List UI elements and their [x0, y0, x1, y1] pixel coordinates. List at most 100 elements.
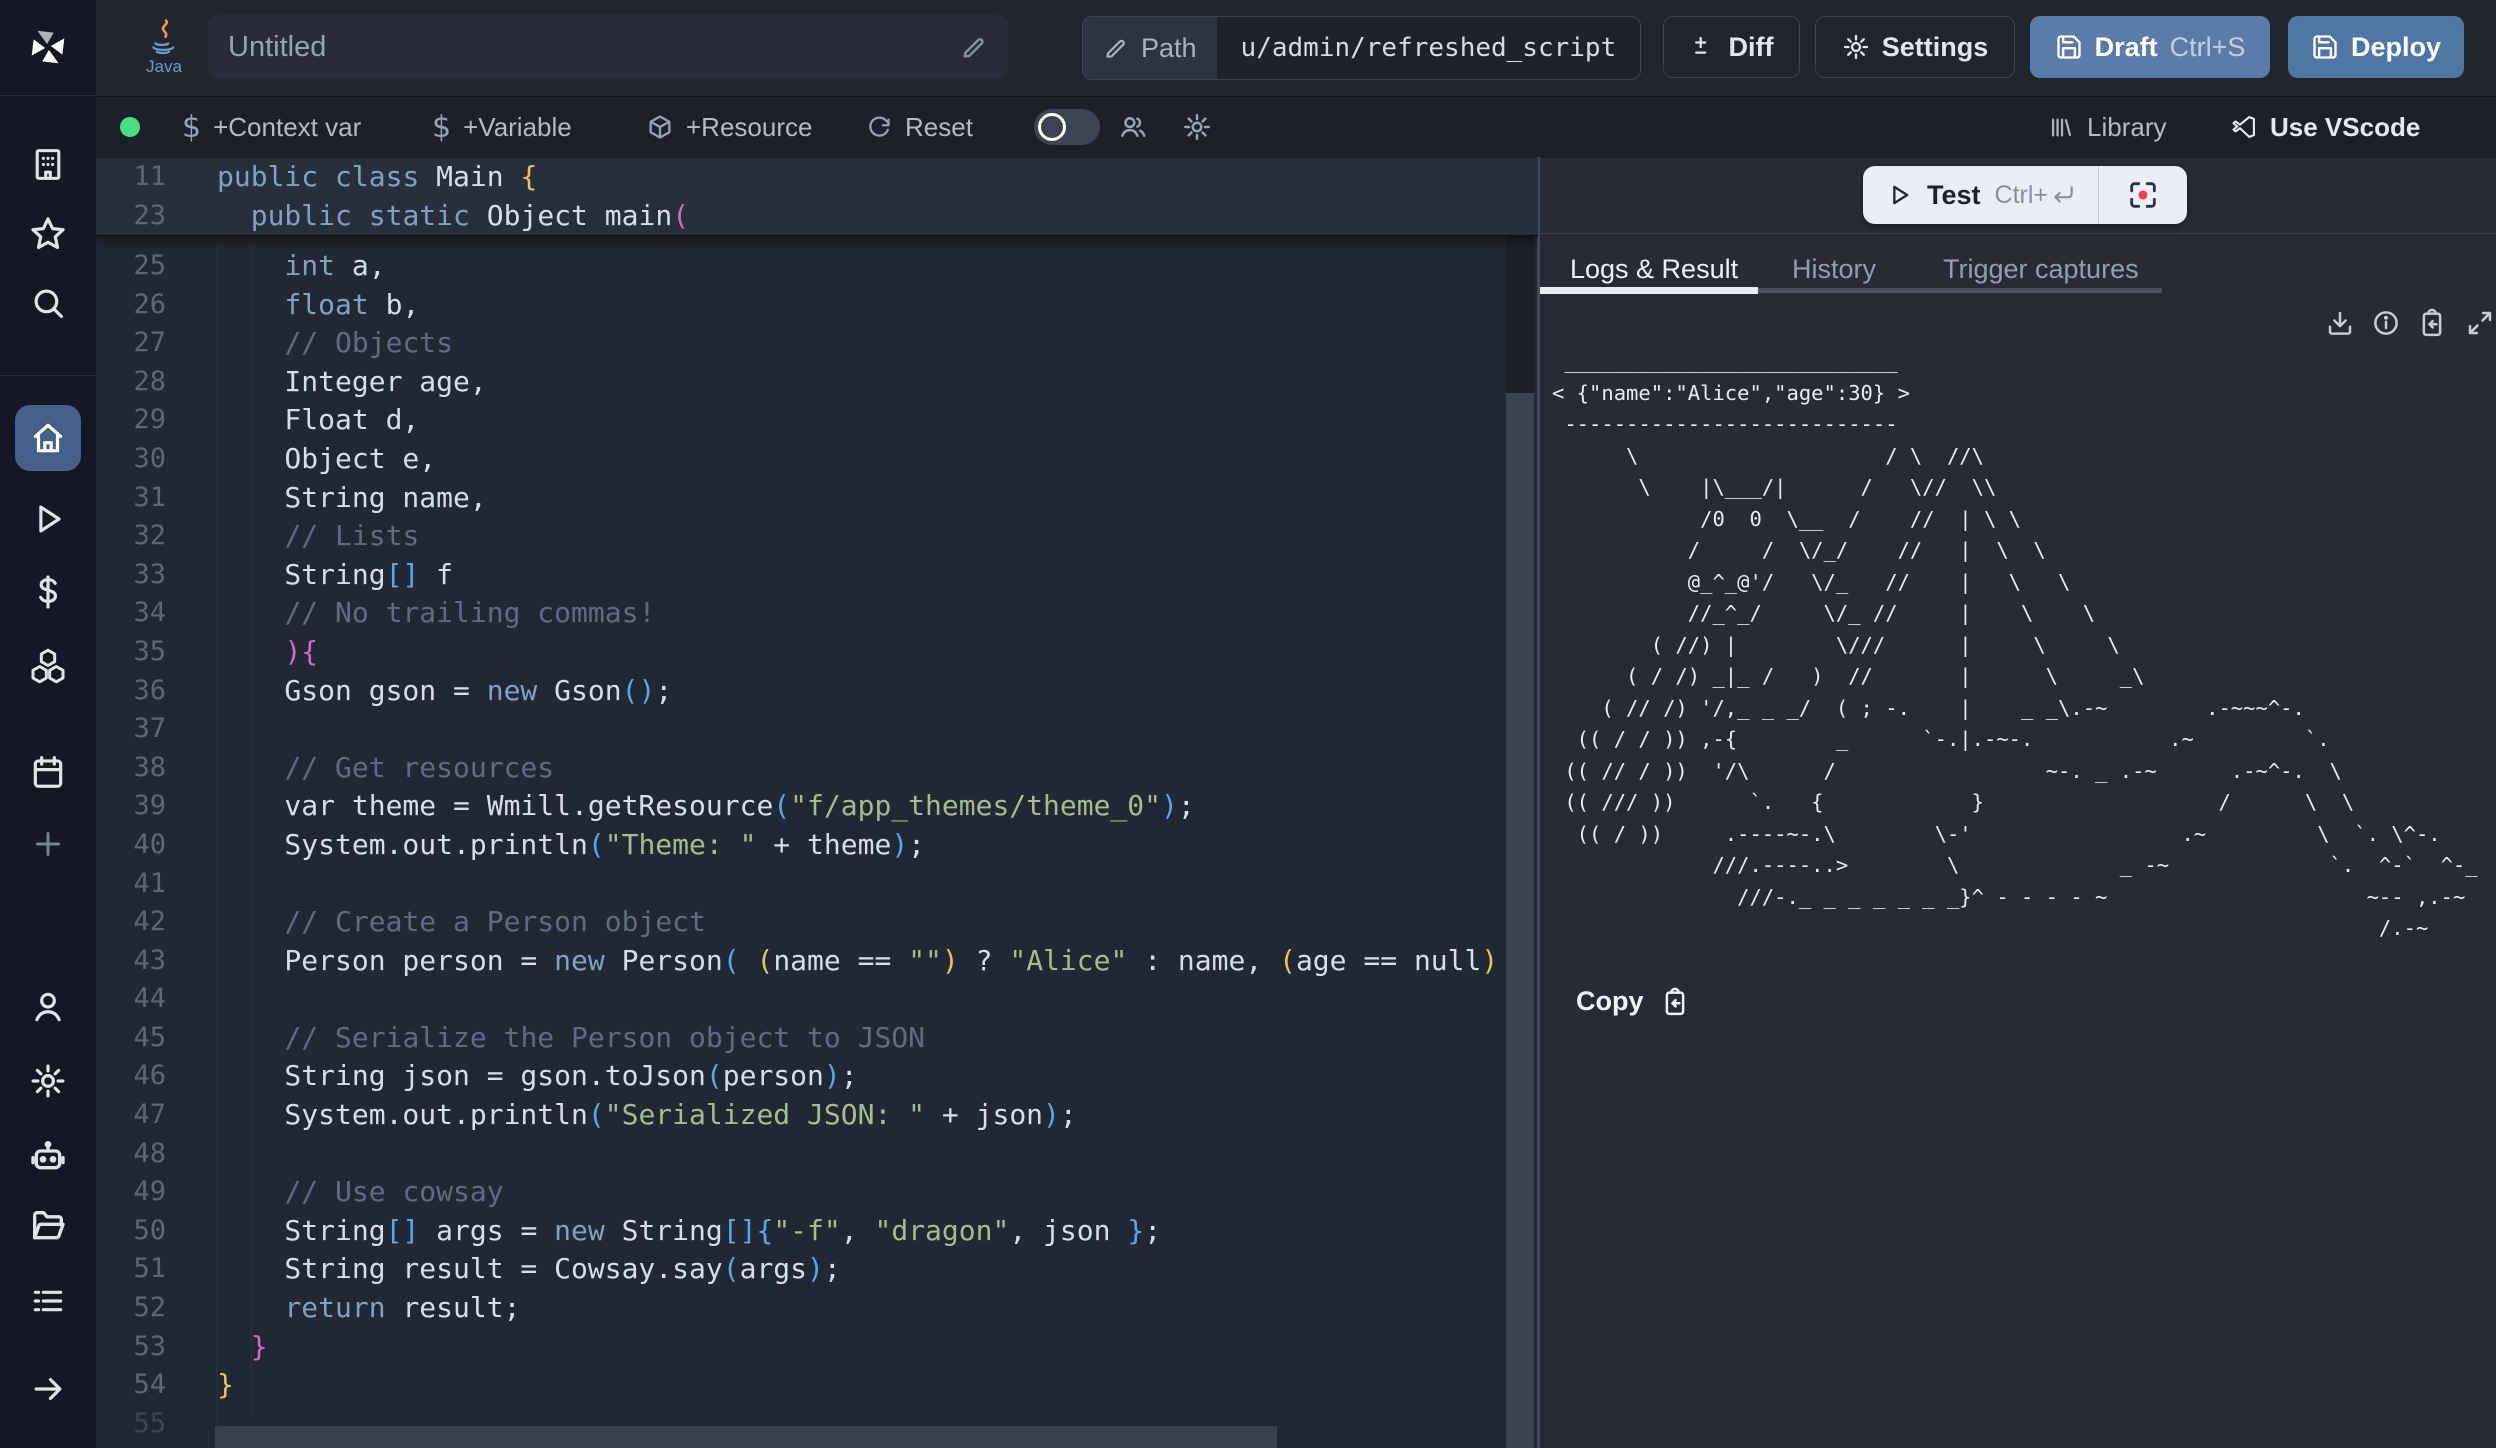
settings-button[interactable]: Settings	[1815, 16, 2015, 78]
code-line[interactable]: 38 // Get resources	[96, 749, 1538, 788]
code-editor[interactable]: 25 int a,26 float b,27 // Objects28 Inte…	[96, 158, 1538, 1448]
use-vscode-button[interactable]: Use VScode	[2230, 97, 2420, 157]
editor-vertical-scrollbar[interactable]	[1506, 158, 1534, 1448]
code-line[interactable]: 41	[96, 865, 1538, 904]
sidebar-item-workers[interactable]	[28, 1136, 68, 1176]
sidebar-item-audit-logs[interactable]	[29, 1282, 67, 1320]
path-value[interactable]: u/admin/refreshed_script	[1217, 17, 1641, 79]
sidebar-item-workspace[interactable]	[30, 146, 67, 183]
line-number: 27	[96, 324, 166, 363]
code-line[interactable]: 34 // No trailing commas!	[96, 594, 1538, 633]
gear-icon	[1842, 33, 1870, 61]
code-line[interactable]: 28 Integer age,	[96, 363, 1538, 402]
sidebar-item-home[interactable]	[15, 405, 81, 471]
code-line[interactable]: 51 String result = Cowsay.say(args);	[96, 1250, 1538, 1289]
tab-history[interactable]: History	[1792, 254, 1876, 285]
sidebar-item-user[interactable]	[29, 988, 67, 1026]
edit-title-pencil-icon[interactable]	[960, 33, 988, 61]
tab-logs-result[interactable]: Logs & Result	[1570, 254, 1738, 285]
expand-icon[interactable]	[2465, 308, 2495, 338]
code-line[interactable]: 53 }	[96, 1328, 1538, 1367]
code-line[interactable]: 47 System.out.println("Serialized JSON: …	[96, 1096, 1538, 1135]
sidebar-item-favorites[interactable]	[29, 215, 67, 253]
sidebar-item-resources[interactable]	[28, 646, 68, 686]
test-button[interactable]: Test Ctrl+	[1863, 166, 2098, 224]
code-line[interactable]: 36 Gson gson = new Gson();	[96, 672, 1538, 711]
code-line[interactable]: 25 int a,	[96, 247, 1538, 286]
line-number: 31	[96, 479, 166, 518]
line-number: 50	[96, 1212, 166, 1251]
line-number: 40	[96, 826, 166, 865]
code-line[interactable]: 49 // Use cowsay	[96, 1173, 1538, 1212]
path-field[interactable]: Path u/admin/refreshed_script	[1082, 16, 1641, 80]
vertical-scroll-thumb[interactable]	[1506, 393, 1534, 1448]
info-icon[interactable]	[2371, 308, 2401, 338]
toggle-switch[interactable]	[1034, 109, 1100, 145]
code-line[interactable]: 39 var theme = Wmill.getResource("f/app_…	[96, 787, 1538, 826]
diff-label: Diff	[1729, 32, 1774, 63]
library-button[interactable]: Library	[2048, 97, 2166, 157]
download-icon[interactable]	[2325, 308, 2355, 338]
sidebar-item-variables[interactable]	[29, 573, 67, 611]
script-title-input[interactable]: Untitled	[208, 15, 1008, 79]
line-number: 29	[96, 401, 166, 440]
mode-toggle[interactable]	[1034, 97, 1100, 157]
sidebar-item-settings[interactable]	[29, 1062, 67, 1100]
editor-horizontal-scrollbar[interactable]	[215, 1426, 1277, 1448]
code-lines[interactable]: 25 int a,26 float b,27 // Objects28 Inte…	[96, 235, 1538, 1443]
capture-test-button[interactable]	[2099, 166, 2187, 224]
reset-button[interactable]: Reset	[866, 97, 973, 157]
code-line[interactable]: 42 // Create a Person object	[96, 903, 1538, 942]
copy-result-button[interactable]: Copy	[1576, 986, 1690, 1017]
add-variable-button[interactable]: $ +Variable	[432, 97, 572, 157]
deploy-button[interactable]: Deploy	[2288, 16, 2464, 78]
sidebar-item-runs[interactable]	[29, 500, 67, 538]
code-line[interactable]: 29 Float d,	[96, 401, 1538, 440]
sidebar-item-search[interactable]	[29, 284, 67, 322]
code-line[interactable]: 32 // Lists	[96, 517, 1538, 556]
sidebar-item-add[interactable]	[30, 826, 66, 862]
code-line[interactable]: 43 Person person = new Person( (name == …	[96, 942, 1538, 981]
code-line[interactable]: 50 String[] args = new String[]{"-f", "d…	[96, 1212, 1538, 1251]
diff-button[interactable]: Diff	[1663, 16, 1800, 78]
clipboard-icon[interactable]	[2417, 308, 2447, 338]
code-line[interactable]: 52 return result;	[96, 1289, 1538, 1328]
play-icon	[1885, 181, 1913, 209]
code-line[interactable]: 11public class Main {	[96, 158, 1538, 197]
dollar-icon: $	[432, 110, 451, 145]
sticky-lines[interactable]: 11public class Main {23 public static Ob…	[96, 158, 1538, 236]
collaborators-button[interactable]	[1118, 97, 1148, 157]
line-number: 43	[96, 942, 166, 981]
tab-trigger-captures[interactable]: Trigger captures	[1943, 254, 2139, 285]
sidebar-expand-icon[interactable]	[29, 1370, 67, 1408]
line-number: 39	[96, 787, 166, 826]
code-line[interactable]: 26 float b,	[96, 286, 1538, 325]
code-line[interactable]: 37	[96, 710, 1538, 749]
code-line[interactable]: 44	[96, 980, 1538, 1019]
sidebar-item-schedules[interactable]	[29, 753, 67, 791]
code-line[interactable]: 35 ){	[96, 633, 1538, 672]
code-line[interactable]: 40 System.out.println("Theme: " + theme)…	[96, 826, 1538, 865]
windmill-logo[interactable]	[25, 24, 71, 70]
test-button-group: Test Ctrl+	[1863, 166, 2187, 224]
users-icon	[1118, 112, 1148, 142]
code-line[interactable]: 46 String json = gson.toJson(person);	[96, 1057, 1538, 1096]
path-label-segment[interactable]: Path	[1083, 17, 1217, 79]
test-shortcut: Ctrl+	[1995, 181, 2076, 210]
code-line[interactable]: 33 String[] f	[96, 556, 1538, 595]
code-line[interactable]: 45 // Serialize the Person object to JSO…	[96, 1019, 1538, 1058]
code-line[interactable]: 30 Object e,	[96, 440, 1538, 479]
add-resource-button[interactable]: +Resource	[646, 97, 812, 157]
add-resource-label: +Resource	[686, 112, 812, 143]
code-line[interactable]: 31 String name,	[96, 479, 1538, 518]
editor-settings-button[interactable]	[1182, 97, 1212, 157]
active-tab-underline	[1540, 287, 1758, 294]
code-line[interactable]: 48	[96, 1135, 1538, 1174]
draft-button[interactable]: Draft Ctrl+S	[2030, 16, 2270, 78]
code-line[interactable]: 54}	[96, 1366, 1538, 1405]
code-line[interactable]: 27 // Objects	[96, 324, 1538, 363]
settings-label: Settings	[1882, 32, 1989, 63]
sidebar-item-folders[interactable]	[28, 1206, 68, 1246]
code-line[interactable]: 23 public static Object main(	[96, 197, 1538, 236]
add-context-var-button[interactable]: $ +Context var	[182, 97, 361, 157]
